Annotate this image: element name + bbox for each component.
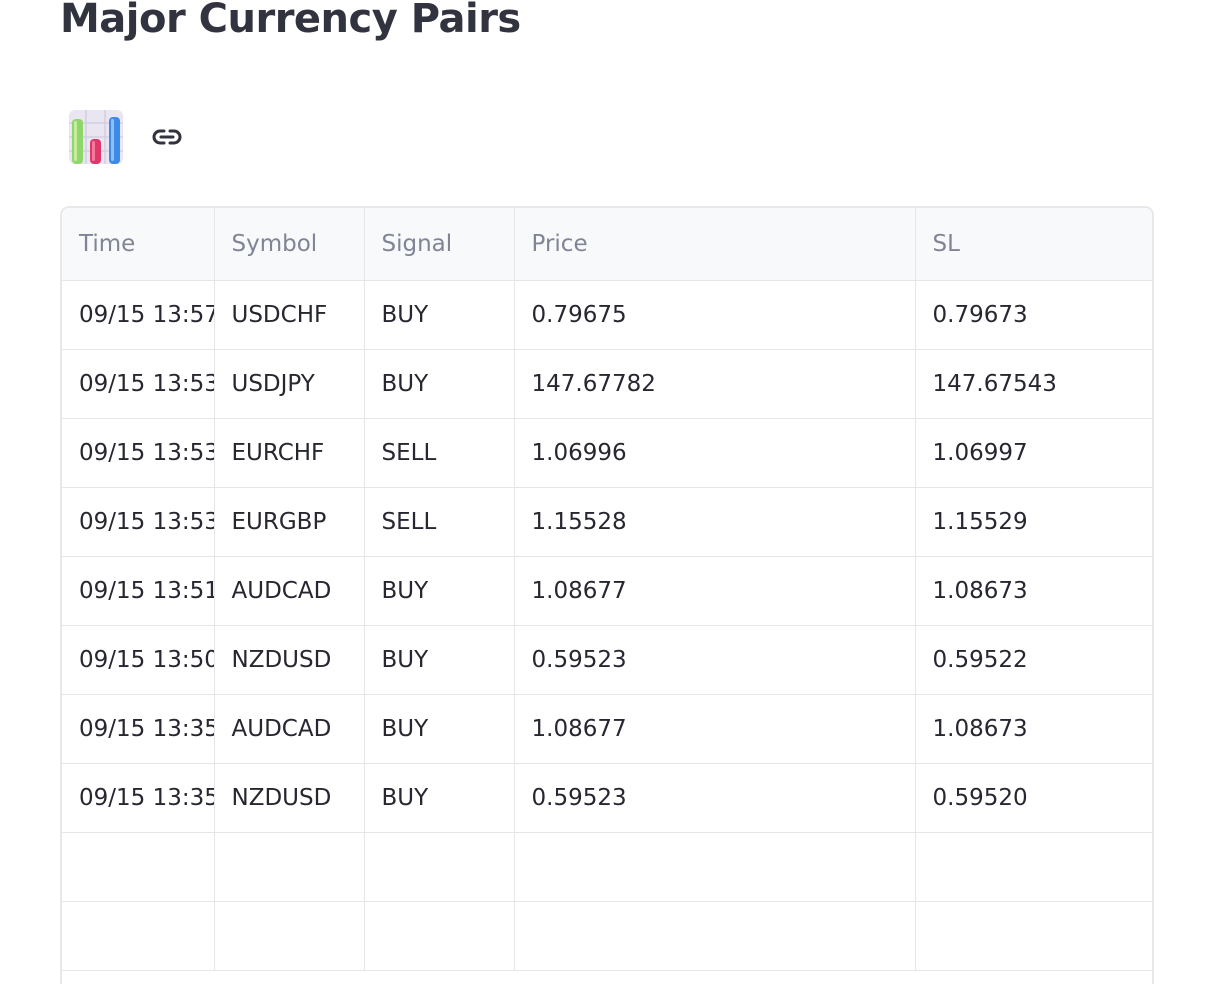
- cell-symbol[interactable]: [214, 832, 365, 902]
- column-header-price[interactable]: Price: [514, 208, 916, 281]
- table-row: 09/15 13:57 USDCHF BUY 0.79675 0.79673: [62, 280, 1152, 350]
- cell-price[interactable]: 0.79675: [514, 280, 916, 350]
- table-row-empty: [62, 832, 1152, 902]
- cell-price[interactable]: 1.08677: [514, 556, 916, 626]
- cell-symbol[interactable]: EURGBP: [214, 487, 365, 557]
- cell-signal[interactable]: BUY: [364, 280, 515, 350]
- cell-time[interactable]: 09/15 13:53: [62, 418, 215, 488]
- cell-signal[interactable]: SELL: [364, 418, 515, 488]
- cell-price[interactable]: 1.08677: [514, 694, 916, 764]
- cell-price[interactable]: 147.67782: [514, 349, 916, 419]
- cell-price[interactable]: 1.15528: [514, 487, 916, 557]
- cell-price[interactable]: 0.59523: [514, 763, 916, 833]
- cell-time[interactable]: 09/15 13:53: [62, 487, 215, 557]
- table-row: 09/15 13:50 NZDUSD BUY 0.59523 0.59522: [62, 625, 1152, 695]
- signals-table[interactable]: Time Symbol Signal Price SL 09/15 13:57 …: [60, 206, 1154, 984]
- cell-time[interactable]: 09/15 13:53: [62, 349, 215, 419]
- table-header-row: Time Symbol Signal Price SL: [62, 208, 1152, 281]
- cell-sl[interactable]: 1.15529: [915, 487, 1152, 557]
- cell-sl[interactable]: 0.59520: [915, 763, 1152, 833]
- cell-symbol[interactable]: EURCHF: [214, 418, 365, 488]
- cell-signal[interactable]: BUY: [364, 763, 515, 833]
- table-row: 09/15 13:53 EURCHF SELL 1.06996 1.06997: [62, 418, 1152, 488]
- column-header-signal[interactable]: Signal: [364, 208, 515, 281]
- cell-time[interactable]: [62, 832, 215, 902]
- cell-sl[interactable]: 147.67543: [915, 349, 1152, 419]
- signals-grid: Time Symbol Signal Price SL 09/15 13:57 …: [62, 208, 1152, 971]
- table-row: 09/15 13:35 NZDUSD BUY 0.59523 0.59520: [62, 763, 1152, 833]
- column-header-time[interactable]: Time: [62, 208, 215, 281]
- table-row: 09/15 13:53 USDJPY BUY 147.67782 147.675…: [62, 349, 1152, 419]
- table-row: 09/15 13:51 AUDCAD BUY 1.08677 1.08673: [62, 556, 1152, 626]
- cell-time[interactable]: [62, 901, 215, 971]
- icon-row: [68, 108, 184, 166]
- column-header-symbol[interactable]: Symbol: [214, 208, 365, 281]
- cell-signal[interactable]: BUY: [364, 556, 515, 626]
- column-header-sl[interactable]: SL: [915, 208, 1152, 281]
- cell-symbol[interactable]: AUDCAD: [214, 694, 365, 764]
- cell-price[interactable]: [514, 901, 916, 971]
- cell-symbol[interactable]: USDCHF: [214, 280, 365, 350]
- link-icon-glyph: [152, 129, 182, 145]
- cell-signal[interactable]: BUY: [364, 694, 515, 764]
- table-row: 09/15 13:35 AUDCAD BUY 1.08677 1.08673: [62, 694, 1152, 764]
- cell-sl[interactable]: 0.79673: [915, 280, 1152, 350]
- link-icon[interactable]: [150, 120, 184, 154]
- bar-chart-icon: [69, 110, 123, 164]
- cell-sl[interactable]: 0.59522: [915, 625, 1152, 695]
- cell-sl[interactable]: 1.08673: [915, 694, 1152, 764]
- cell-signal[interactable]: [364, 901, 515, 971]
- page-title: Major Currency Pairs: [60, 0, 521, 42]
- cell-time[interactable]: 09/15 13:35: [62, 694, 215, 764]
- cell-time[interactable]: 09/15 13:35: [62, 763, 215, 833]
- cell-time[interactable]: 09/15 13:50: [62, 625, 215, 695]
- cell-time[interactable]: 09/15 13:57: [62, 280, 215, 350]
- table-row-empty: [62, 901, 1152, 971]
- page: Major Currency Pairs Time Symbol Signal …: [0, 0, 1218, 984]
- cell-symbol[interactable]: [214, 901, 365, 971]
- cell-time[interactable]: 09/15 13:51: [62, 556, 215, 626]
- cell-price[interactable]: 0.59523: [514, 625, 916, 695]
- cell-signal[interactable]: BUY: [364, 625, 515, 695]
- cell-sl[interactable]: [915, 901, 1152, 971]
- cell-signal[interactable]: SELL: [364, 487, 515, 557]
- cell-symbol[interactable]: AUDCAD: [214, 556, 365, 626]
- cell-symbol[interactable]: NZDUSD: [214, 625, 365, 695]
- cell-symbol[interactable]: NZDUSD: [214, 763, 365, 833]
- cell-price[interactable]: [514, 832, 916, 902]
- cell-signal[interactable]: BUY: [364, 349, 515, 419]
- cell-sl[interactable]: 1.06997: [915, 418, 1152, 488]
- cell-sl[interactable]: [915, 832, 1152, 902]
- cell-signal[interactable]: [364, 832, 515, 902]
- table-row: 09/15 13:53 EURGBP SELL 1.15528 1.15529: [62, 487, 1152, 557]
- cell-symbol[interactable]: USDJPY: [214, 349, 365, 419]
- cell-price[interactable]: 1.06996: [514, 418, 916, 488]
- cell-sl[interactable]: 1.08673: [915, 556, 1152, 626]
